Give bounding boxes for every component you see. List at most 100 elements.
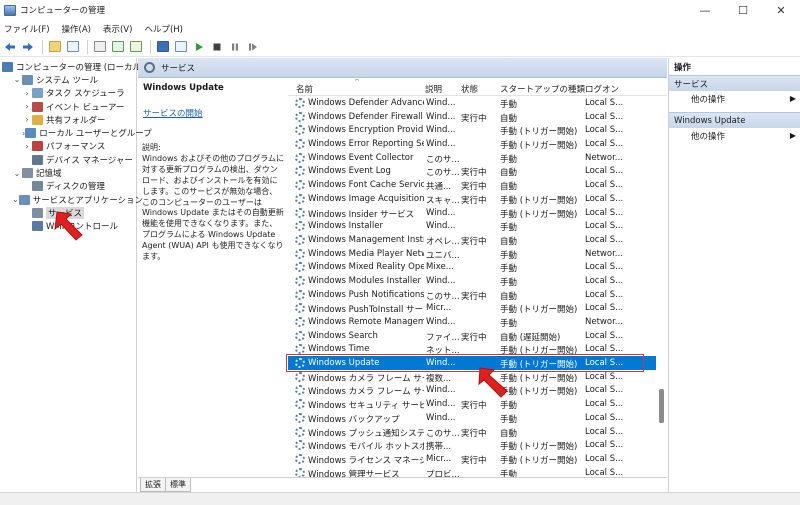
- tab-extended[interactable]: 拡張: [140, 478, 166, 492]
- services-list: ^ 名前 説明 状態 スタートアップの種類 ログオン Windows Defen…: [288, 79, 667, 479]
- service-startup-type: 手動 (トリガー開始): [500, 195, 578, 206]
- back-icon[interactable]: [2, 39, 17, 54]
- column-description[interactable]: 説明: [425, 83, 442, 95]
- play-icon[interactable]: [191, 39, 206, 54]
- service-row[interactable]: Windows PushToInstall サービスMicr... 手動 (トリガ…: [288, 301, 656, 315]
- restart-icon[interactable]: [245, 39, 260, 54]
- service-startup-type: 手動: [500, 414, 518, 425]
- submenu-arrow-icon: ▶: [789, 131, 796, 140]
- service-row[interactable]: Windows ライセンス マネージャー...Micr... 実行中 手動 (トリガ…: [288, 452, 656, 466]
- tree-item[interactable]: › パフォーマンス: [0, 140, 136, 153]
- service-row[interactable]: Windows バックアップ Wind... 手動 Local S...: [288, 411, 656, 425]
- column-logon[interactable]: ログオン: [585, 83, 619, 95]
- menu-file[interactable]: ファイル(F): [4, 23, 50, 35]
- service-name: Windows Error Reporting Se...: [308, 139, 424, 150]
- service-startup-type: 手動 (トリガー開始): [500, 305, 578, 316]
- service-row[interactable]: Windows モバイル ホットスポッ...携帯... 手動 (トリガー開始) Lo…: [288, 438, 656, 452]
- service-row[interactable]: Windows Modules Installer Wind... 手動 Local …: [288, 274, 656, 288]
- tree-item[interactable]: ⌄ サービスとアプリケーション: [0, 193, 143, 206]
- service-name: Windows モバイル ホットスポッ...: [308, 442, 424, 453]
- folder-up-icon[interactable]: [47, 39, 62, 54]
- column-startup-type[interactable]: スタートアップの種類: [500, 83, 585, 95]
- service-row[interactable]: Windows Installer Wind... 手動 Local S...: [288, 219, 656, 233]
- service-description: Wind...: [426, 98, 456, 108]
- expand-chevron-icon[interactable]: ⌄: [12, 75, 22, 84]
- tree-item[interactable]: ⌄ システム ツール: [0, 73, 136, 86]
- service-name: Windows Font Cache Service: [308, 180, 424, 191]
- service-gear-icon: [295, 139, 305, 150]
- service-description: Micr...: [426, 303, 452, 314]
- service-logon: Local S...: [585, 139, 624, 150]
- service-row[interactable]: Windows Remote Managem... Wind... 手動 Networ…: [288, 315, 656, 329]
- menu-help[interactable]: ヘルプ(H): [144, 23, 183, 35]
- tab-standard[interactable]: 標準: [165, 478, 191, 492]
- actions-section-services[interactable]: サービス: [669, 75, 800, 91]
- expand-chevron-icon[interactable]: ›: [22, 102, 32, 111]
- service-row[interactable]: Windows Event Collector このサ... 手動 Networ...: [288, 151, 656, 165]
- more-actions-windows-update[interactable]: 他の操作 ▶: [669, 128, 800, 144]
- service-row[interactable]: Windows Encryption Provid... Wind... 手動 (ト…: [288, 123, 656, 137]
- expand-chevron-icon[interactable]: ›: [22, 89, 32, 98]
- service-description: スキャ...: [426, 195, 459, 206]
- forward-icon[interactable]: [20, 39, 35, 54]
- service-logon: Local S...: [585, 426, 624, 437]
- expand-chevron-icon[interactable]: ›: [22, 115, 32, 124]
- service-name: Windows Search: [308, 330, 378, 341]
- service-row[interactable]: Windows Push Notifications ... このサ... 実行中 自…: [288, 288, 656, 302]
- tree-item[interactable]: ⌄ 記憶域: [0, 166, 136, 179]
- description-pane: Windows Update サービスの開始 説明: Windows およびその…: [138, 79, 288, 479]
- export-list-icon[interactable]: [128, 39, 143, 54]
- maximize-button[interactable]: ☐: [724, 0, 762, 20]
- refresh-icon[interactable]: [110, 39, 125, 54]
- expand-chevron-icon[interactable]: ›: [22, 142, 32, 151]
- close-button[interactable]: ✕: [762, 0, 800, 20]
- show-hide-tree-icon[interactable]: [65, 39, 80, 54]
- tree-item[interactable]: デバイス マネージャー: [0, 153, 136, 166]
- service-row[interactable]: Windows Defender Firewall Wind... 実行中 自動 Loc…: [288, 110, 656, 124]
- service-row[interactable]: Windows カメラ フレーム サーバー...Wind... 手動 (トリガー開…: [288, 383, 656, 397]
- service-status: 実行中: [461, 428, 487, 439]
- service-logon: Local S...: [585, 330, 624, 341]
- service-row[interactable]: Windows Insider サービス Wind... 手動 (トリガー開始) Lo…: [288, 206, 656, 220]
- service-row[interactable]: Windows Error Reporting Se... Wind... 手動 (…: [288, 137, 656, 151]
- service-logon: Local S...: [585, 111, 624, 122]
- tree-item[interactable]: コンピューターの管理 (ローカル): [0, 60, 144, 73]
- tree-item[interactable]: ディスクの管理: [0, 180, 136, 193]
- properties-icon[interactable]: [92, 39, 107, 54]
- service-row[interactable]: Windows Media Player Netw... ユニバ... 手動 Netw…: [288, 247, 656, 261]
- service-row[interactable]: Windows Event Log このサ... 実行中 自動 Local S...: [288, 164, 656, 178]
- service-row[interactable]: Windows プッシュ通知システム ...このサ...実行中 自動 Local S…: [288, 425, 656, 439]
- service-status: 実行中: [461, 401, 487, 412]
- pause-icon[interactable]: [227, 39, 242, 54]
- start-service-link[interactable]: サービスの開始: [143, 107, 284, 119]
- stop-icon[interactable]: [209, 39, 224, 54]
- service-row[interactable]: Windows Defender Advance... Wind... 手動 Loca…: [288, 96, 656, 110]
- service-row[interactable]: Windows Mixed Reality Ope... Mixe... 手動 Loc…: [288, 260, 656, 274]
- tree-item[interactable]: › 共有フォルダー: [0, 113, 136, 126]
- tree-item[interactable]: › タスク スケジューラ: [0, 87, 136, 100]
- scrollbar-thumb[interactable]: [659, 389, 664, 423]
- menu-view[interactable]: 表示(V): [103, 23, 132, 35]
- column-status[interactable]: 状態: [461, 83, 478, 95]
- minimize-button[interactable]: —: [686, 0, 724, 20]
- column-name[interactable]: 名前: [296, 83, 313, 95]
- tree-item[interactable]: › イベント ビューアー: [0, 100, 136, 113]
- service-row[interactable]: Windows セキュリティ サービス Wind... 実行中 手動 Local S..…: [288, 397, 656, 411]
- console-icon[interactable]: [173, 39, 188, 54]
- computer-management-icon: [4, 4, 16, 16]
- expand-chevron-icon[interactable]: ⌄: [12, 195, 19, 204]
- more-actions-services[interactable]: 他の操作 ▶: [669, 91, 800, 107]
- service-row[interactable]: Windows Font Cache Service 共通... 実行中 自動 Loca…: [288, 178, 656, 192]
- expand-chevron-icon[interactable]: ⌄: [12, 169, 22, 178]
- service-row[interactable]: Windows Search ファイ... 実行中 自動 (遅延開始) Local S.…: [288, 329, 656, 343]
- actions-pane: 操作 サービス 他の操作 ▶ Windows Update 他の操作 ▶: [668, 58, 800, 492]
- help-icon[interactable]: [155, 39, 170, 54]
- vertical-scrollbar[interactable]: [656, 96, 667, 479]
- service-gear-icon: [295, 193, 305, 204]
- actions-section-windows-update[interactable]: Windows Update: [669, 112, 800, 128]
- service-row[interactable]: Windows Management Instr... オペレ... 実行中 自動 Lo…: [288, 233, 656, 247]
- service-row[interactable]: Windows Image Acquisition ... スキャ... 実行中 手動…: [288, 192, 656, 206]
- tree-item[interactable]: › ローカル ユーザーとグループ: [0, 126, 152, 139]
- service-gear-icon: [295, 262, 305, 273]
- menu-action[interactable]: 操作(A): [62, 23, 91, 35]
